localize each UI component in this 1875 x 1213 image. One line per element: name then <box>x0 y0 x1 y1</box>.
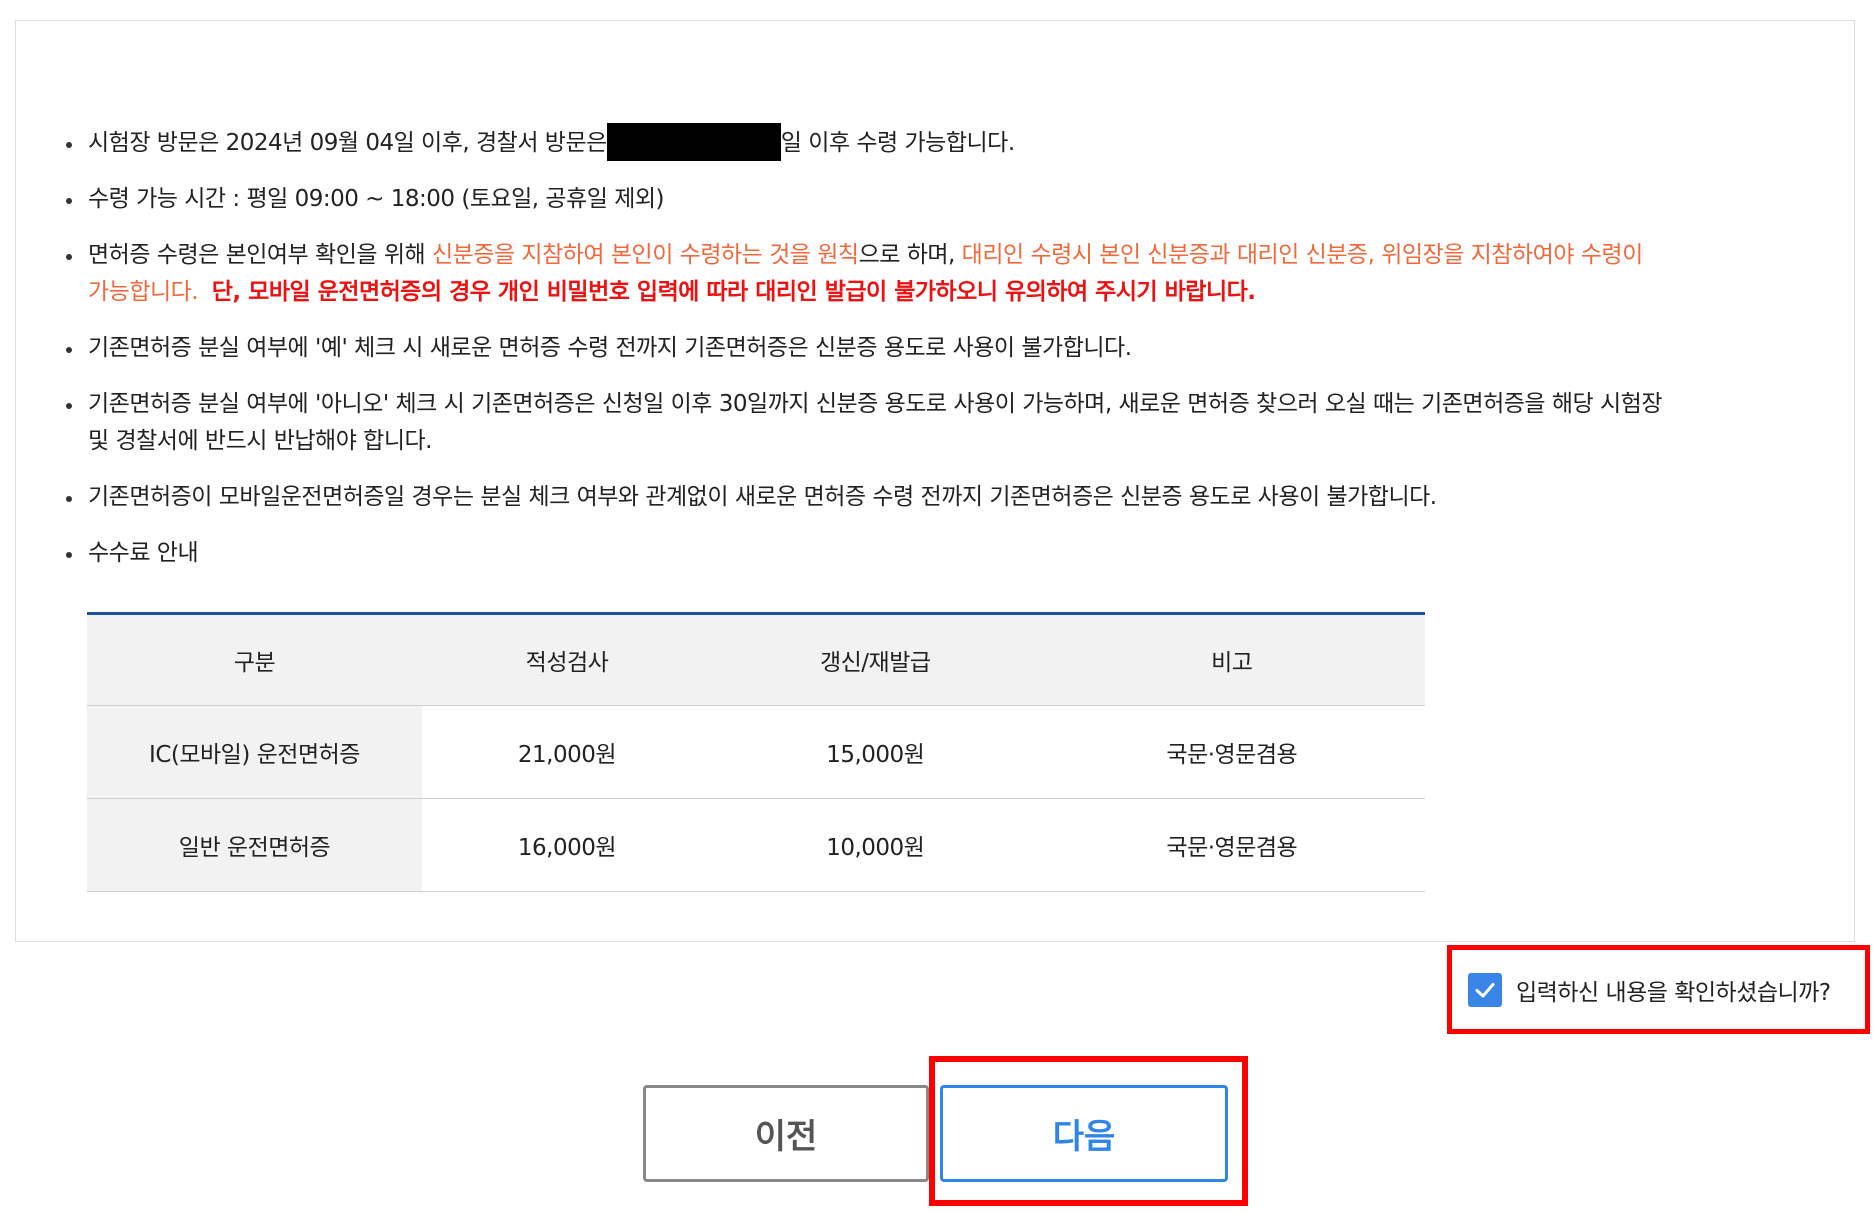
redacted-date <box>606 122 781 161</box>
notice-item-lost-no: 기존면허증 분실 여부에 '아니오' 체크 시 기존면허증은 신청일 이후 30… <box>64 383 1824 463</box>
notice-text: 일 이후 수령 가능합니다. <box>780 130 1015 156</box>
table-row: 일반 운전면허증 16,000원 10,000원 국문·영문겸용 <box>87 798 1425 892</box>
table-cell: 21,000원 <box>422 705 712 799</box>
row-header: 일반 운전면허증 <box>87 798 422 892</box>
table-cell: 국문·영문겸용 <box>1038 705 1425 799</box>
confirm-highlight: 입력하신 내용을 확인하셨습니까? <box>1447 945 1870 1034</box>
notice-text: 으로 하며, <box>858 242 962 268</box>
prev-button[interactable]: 이전 <box>643 1085 929 1182</box>
notice-item-lost-yes: 기존면허증 분실 여부에 '예' 체크 시 새로운 면허증 수령 전까지 기존면… <box>64 327 1824 370</box>
mobile-license-warning: 단, 모바일 운전면허증의 경우 개인 비밀번호 입력에 따라 대리인 발급이 … <box>211 279 1256 305</box>
column-header: 적성검사 <box>422 613 712 706</box>
column-header: 구분 <box>87 613 422 706</box>
notice-item-visit-date: 시험장 방문은 2024년 09월 04일 이후, 경찰서 방문은 일 이후 수령… <box>64 122 1824 165</box>
notice-text: 기존면허증 분실 여부에 '예' 체크 시 새로운 면허증 수령 전까지 기존면… <box>88 335 1132 361</box>
notice-item-identity: 면허증 수령은 본인여부 확인을 위해 신분증을 지참하여 본인이 수령하는 것… <box>64 234 1824 314</box>
checkmark-icon <box>1475 982 1495 997</box>
notice-item-fee-guide: 수수료 안내 <box>64 532 1824 575</box>
notice-text: 수수료 안내 <box>88 540 199 566</box>
notice-list: 시험장 방문은 2024년 09월 04일 이후, 경찰서 방문은 일 이후 수령… <box>64 122 1824 588</box>
notice-highlight: 신분증을 지참하여 본인이 수령하는 것을 원칙 <box>431 242 859 268</box>
fee-table: 구분 적성검사 갱신/재발급 비고 IC(모바일) 운전면허증 21,000원 … <box>87 612 1425 892</box>
column-header: 비고 <box>1038 613 1425 706</box>
notice-item-mobile-license: 기존면허증이 모바일운전면허증일 경우는 분실 체크 여부와 관계없이 새로운 … <box>64 476 1824 519</box>
table-cell: 국문·영문겸용 <box>1038 798 1425 892</box>
notice-text: 수령 가능 시간 : 평일 09:00 ~ 18:00 (토요일, 공휴일 제외… <box>88 186 665 212</box>
table-cell: 10,000원 <box>711 798 1039 892</box>
notice-highlight: 대리인 수령시 본인 신분증과 대리인 신분증, 위임장을 지참하여야 수령이 <box>961 242 1644 268</box>
column-header: 갱신/재발급 <box>711 613 1039 706</box>
table-cell: 16,000원 <box>422 798 712 892</box>
notice-highlight: 가능합니다. <box>88 279 199 305</box>
fee-table-header-row: 구분 적성검사 갱신/재발급 비고 <box>87 613 1425 706</box>
confirm-label[interactable]: 입력하신 내용을 확인하셨습니까? <box>1516 973 1831 1007</box>
notice-text: 시험장 방문은 2024년 09월 04일 이후, 경찰서 방문은 <box>88 130 607 156</box>
next-button[interactable]: 다음 <box>940 1085 1228 1182</box>
confirm-checkbox[interactable] <box>1468 972 1502 1007</box>
row-header: IC(모바일) 운전면허증 <box>87 705 422 799</box>
table-cell: 15,000원 <box>711 705 1039 799</box>
table-row: IC(모바일) 운전면허증 21,000원 15,000원 국문·영문겸용 <box>87 705 1425 799</box>
notice-item-pickup-hours: 수령 가능 시간 : 평일 09:00 ~ 18:00 (토요일, 공휴일 제외… <box>64 178 1824 221</box>
notice-text: 및 경찰서에 반드시 반납해야 합니다. <box>88 428 432 454</box>
notice-text: 면허증 수령은 본인여부 확인을 위해 <box>88 242 432 268</box>
notice-text: 기존면허증이 모바일운전면허증일 경우는 분실 체크 여부와 관계없이 새로운 … <box>88 484 1437 510</box>
notice-text: 기존면허증 분실 여부에 '아니오' 체크 시 기존면허증은 신청일 이후 30… <box>88 391 1662 417</box>
